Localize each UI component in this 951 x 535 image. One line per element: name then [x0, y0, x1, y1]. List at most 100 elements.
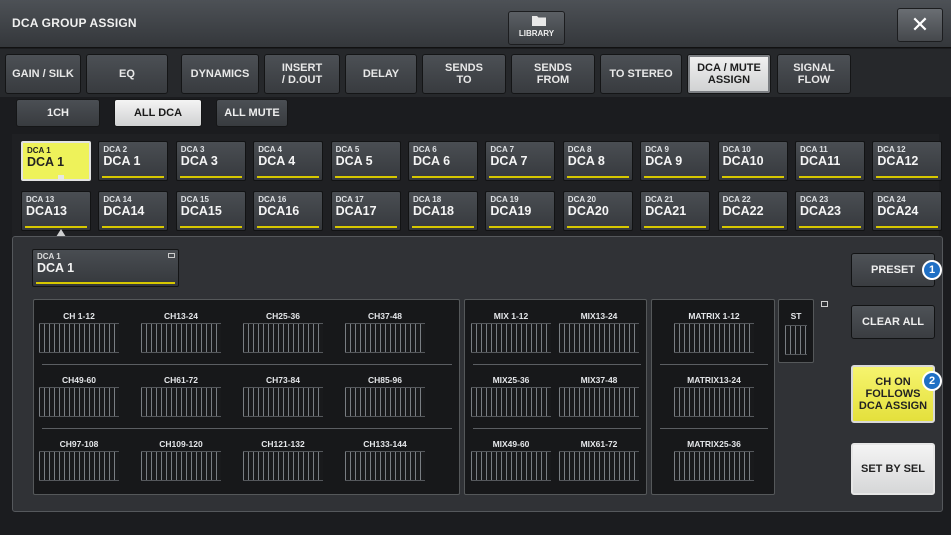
dca-name: DCA24: [877, 204, 919, 218]
matrix-block-channel-toggles[interactable]: [674, 387, 754, 417]
matrix-block-label: MATRIX13-24: [687, 375, 741, 385]
dca-button[interactable]: DCA 18 DCA18: [408, 191, 478, 231]
dca-name: DCA15: [180, 204, 222, 218]
input-block-label: CH109-120: [159, 439, 203, 449]
dca-button[interactable]: DCA 4 DCA 4: [253, 141, 324, 181]
mode-1ch[interactable]: 1CH: [16, 99, 100, 127]
dca-button[interactable]: DCA 17 DCA17: [330, 191, 401, 231]
dca-button[interactable]: DCA 8 DCA 8: [562, 141, 633, 181]
dca-button[interactable]: DCA 15 DCA15: [175, 191, 246, 231]
dca-button[interactable]: DCA 24 DCA24: [872, 191, 943, 231]
input-block-label: CH37-48: [367, 311, 403, 321]
dca-number: DCA 20: [567, 195, 596, 204]
dca-button[interactable]: DCA 11 DCA11: [795, 141, 865, 181]
selected-dca-number: DCA 1: [37, 252, 61, 261]
selected-dca-color-bar: [36, 282, 175, 284]
input-block-channel-toggles[interactable]: [141, 451, 221, 481]
input-block-label: CH25-36: [265, 311, 301, 321]
tab-gain-silk[interactable]: GAIN / SILK: [5, 54, 81, 94]
mix-block-channel-toggles[interactable]: [471, 387, 551, 417]
tab-eq[interactable]: EQ: [86, 54, 168, 94]
dca-name: DCA 9: [645, 154, 683, 168]
clear-all-button[interactable]: CLEAR ALL: [851, 305, 935, 339]
dca-button[interactable]: DCA 2 DCA 1: [98, 141, 169, 181]
row-divider: [42, 364, 452, 365]
tab-sends-to[interactable]: SENDS TO: [422, 54, 506, 94]
dca-button[interactable]: DCA 16 DCA16: [253, 191, 324, 231]
mode-all-mute[interactable]: ALL MUTE: [216, 99, 288, 127]
library-button[interactable]: LIBRARY: [508, 11, 565, 45]
close-button[interactable]: ✕: [897, 8, 943, 42]
dca-name: DCA 3: [180, 154, 218, 168]
mix-block-channel-toggles[interactable]: [471, 323, 551, 353]
matrix-block-label: MATRIX 1-12: [688, 311, 740, 321]
input-block-channel-toggles[interactable]: [141, 387, 221, 417]
dca-number: DCA 12: [877, 145, 906, 154]
input-block-channel-toggles[interactable]: [243, 323, 323, 353]
st-channel-toggles[interactable]: [785, 325, 807, 355]
dca-color-bar: [721, 226, 784, 228]
dca-color-bar: [876, 176, 939, 178]
dca-number: DCA 8: [567, 145, 592, 154]
tab-to-stereo[interactable]: TO STEREO: [600, 54, 682, 94]
title-bar: [0, 0, 951, 48]
tab-sends-from[interactable]: SENDS FROM: [511, 54, 595, 94]
matrix-block-channel-toggles[interactable]: [674, 323, 754, 353]
dca-button[interactable]: DCA 23 DCA23: [795, 191, 865, 231]
mix-block-channel-toggles[interactable]: [559, 323, 639, 353]
ch-on-follows-dca-assign-button[interactable]: CH ON FOLLOWS DCA ASSIGN: [851, 365, 935, 423]
callout-2-icon: 2: [922, 371, 942, 391]
tab-insert-d-out[interactable]: INSERT / D.OUT: [264, 54, 340, 94]
input-block-channel-toggles[interactable]: [141, 323, 221, 353]
mix-block-channel-toggles[interactable]: [559, 387, 639, 417]
dca-color-bar: [179, 226, 242, 228]
set-by-sel-button[interactable]: SET BY SEL: [851, 443, 935, 495]
row-divider: [42, 428, 452, 429]
dca-number: DCA 7: [490, 145, 515, 154]
dca-number: DCA 13: [26, 195, 55, 204]
tab-dynamics[interactable]: DYNAMICS: [181, 54, 259, 94]
input-block-channel-toggles[interactable]: [39, 387, 119, 417]
dca-color-bar: [334, 176, 397, 178]
dca-number: DCA 2: [103, 145, 128, 154]
mode-all-dca[interactable]: ALL DCA: [114, 99, 202, 127]
dca-button[interactable]: DCA 5 DCA 5: [330, 141, 401, 181]
dca-button[interactable]: DCA 12 DCA12: [872, 141, 943, 181]
dca-button[interactable]: DCA 20 DCA20: [562, 191, 633, 231]
dca-button[interactable]: DCA 22 DCA22: [717, 191, 788, 231]
tab-dca-mute-assign[interactable]: DCA / MUTE ASSIGN: [687, 54, 771, 94]
input-block-channel-toggles[interactable]: [243, 451, 323, 481]
input-block-channel-toggles[interactable]: [39, 451, 119, 481]
dca-color-bar: [566, 176, 629, 178]
matrix-block-label: MATRIX25-36: [687, 439, 741, 449]
input-block-channel-toggles[interactable]: [345, 451, 425, 481]
mix-block-channel-toggles[interactable]: [471, 451, 551, 481]
dca-button[interactable]: DCA 9 DCA 9: [640, 141, 711, 181]
dca-color-bar: [566, 226, 629, 228]
input-block-channel-toggles[interactable]: [39, 323, 119, 353]
dca-button[interactable]: DCA 21 DCA21: [640, 191, 711, 231]
mix-block-channel-toggles[interactable]: [559, 451, 639, 481]
tab-signal-flow[interactable]: SIGNAL FLOW: [777, 54, 851, 94]
dca-button[interactable]: DCA 6 DCA 6: [408, 141, 478, 181]
matrix-block-channel-toggles[interactable]: [674, 451, 754, 481]
dca-name: DCA 7: [490, 154, 528, 168]
dca-button[interactable]: DCA 10 DCA10: [717, 141, 788, 181]
dca-button[interactable]: DCA 1 DCA 1: [21, 141, 91, 181]
dca-button[interactable]: DCA 19 DCA19: [485, 191, 556, 231]
selected-dca-display[interactable]: DCA 1 DCA 1: [32, 249, 179, 287]
dca-button[interactable]: DCA 7 DCA 7: [485, 141, 556, 181]
dca-number: DCA 19: [490, 195, 519, 204]
dca-button[interactable]: DCA 3 DCA 3: [175, 141, 246, 181]
dca-name: DCA18: [413, 204, 454, 218]
dca-button[interactable]: DCA 14 DCA14: [98, 191, 169, 231]
dca-number: DCA 22: [722, 195, 751, 204]
dca-number: DCA 6: [413, 145, 437, 154]
dca-name: DCA16: [258, 204, 300, 218]
input-block-channel-toggles[interactable]: [243, 387, 323, 417]
input-block-channel-toggles[interactable]: [345, 387, 425, 417]
input-block-channel-toggles[interactable]: [345, 323, 425, 353]
tab-delay[interactable]: DELAY: [345, 54, 417, 94]
dca-name: DCA 8: [567, 154, 605, 168]
dca-button[interactable]: DCA 13 DCA13: [21, 191, 91, 231]
